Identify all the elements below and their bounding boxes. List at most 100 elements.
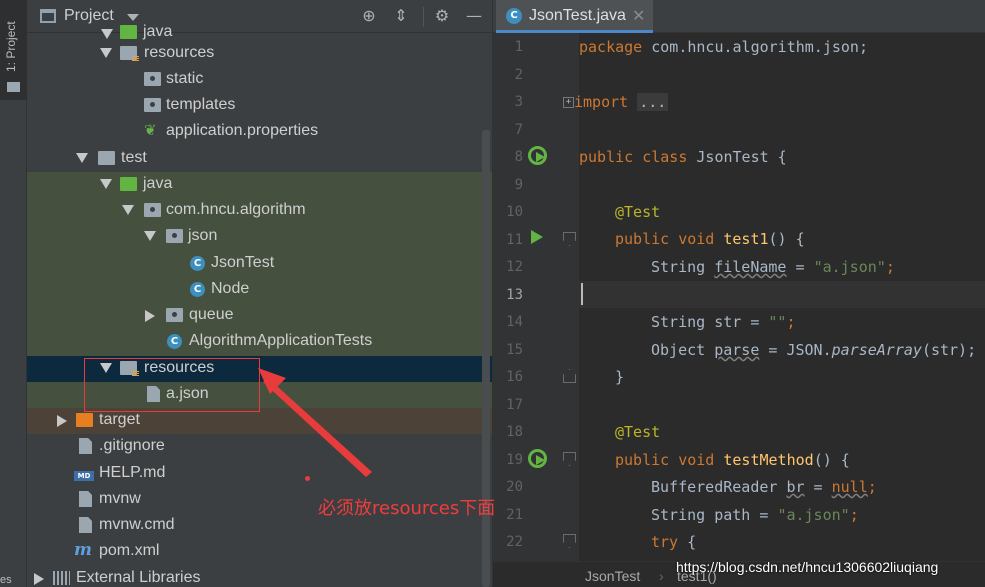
tree-item-label: Node: [211, 280, 250, 297]
keyword: import: [574, 93, 629, 111]
package-folder-icon: [144, 98, 161, 112]
tree-item-test[interactable]: test: [27, 146, 492, 172]
tree-item-label: json: [188, 227, 218, 244]
code-line-3: + import ...: [563, 93, 669, 111]
tree-item-main-resources[interactable]: resources: [27, 41, 492, 67]
method-name: testMethod: [723, 451, 814, 469]
tree-item-label: java: [143, 175, 173, 192]
code-text: () {: [813, 451, 850, 469]
package-icon: [166, 308, 183, 322]
project-tool-tab-label: 1: Project: [4, 21, 18, 72]
tree-item-jsontest[interactable]: C JsonTest: [27, 251, 492, 277]
keyword: public class: [579, 148, 688, 166]
line-number: 10: [506, 204, 523, 220]
chevron-down-icon[interactable]: [144, 231, 156, 241]
tree-item-label: templates: [166, 96, 236, 113]
chevron-down-icon[interactable]: [76, 153, 88, 163]
method-name: test1: [723, 230, 769, 248]
code-text: com.hncu.algorithm.json;: [642, 38, 868, 56]
run-test-icon[interactable]: [528, 449, 547, 468]
code-text: = JSON.: [759, 341, 832, 359]
breadcrumb-class[interactable]: JsonTest: [585, 568, 640, 584]
line-number: 17: [506, 397, 523, 413]
tree-item-test-java[interactable]: java: [27, 172, 492, 198]
chevron-right-icon[interactable]: [57, 415, 67, 427]
code-line-1: package com.hncu.algorithm.json;: [579, 38, 868, 56]
string-literal: "a.json": [813, 258, 886, 276]
code-text: }: [615, 368, 625, 386]
code-line-21: String path = "a.json";: [651, 506, 859, 524]
code-text: ;: [786, 313, 796, 331]
fold-marker-icon[interactable]: [563, 369, 576, 383]
run-test-icon[interactable]: [531, 230, 543, 244]
tree-item-static[interactable]: static: [27, 67, 492, 93]
fold-marker-icon[interactable]: [563, 232, 576, 246]
code-text: =: [786, 258, 814, 276]
annotation: @Test: [615, 203, 661, 221]
code-text: ;: [849, 506, 859, 524]
folder-test-source-icon: [120, 177, 137, 191]
close-icon[interactable]: ✕: [632, 6, 645, 25]
editor-tab-jsontest[interactable]: C JsonTest.java ✕: [496, 0, 653, 33]
code-line-16: }: [615, 368, 624, 386]
code-text: Object: [651, 341, 715, 359]
fold-marker-icon[interactable]: [563, 534, 576, 548]
tree-item-label: .gitignore: [99, 437, 165, 454]
tree-item-templates[interactable]: templates: [27, 93, 492, 119]
code-text: ;: [867, 478, 877, 496]
method-call: parseArray: [831, 341, 922, 359]
tree-item-external-libraries[interactable]: External Libraries: [27, 566, 492, 587]
keyword: null: [831, 478, 868, 496]
java-class-icon: C: [506, 8, 522, 24]
chevron-down-icon[interactable]: [100, 179, 112, 189]
annotation-dot: [305, 476, 310, 481]
expand-fold-icon[interactable]: +: [563, 97, 574, 108]
line-number: 14: [506, 314, 523, 330]
code-text: String str =: [651, 313, 769, 331]
maven-icon: m: [74, 540, 92, 560]
tree-item-com-hncu-algorithm[interactable]: com.hncu.algorithm: [27, 198, 492, 224]
text-file-icon: [79, 438, 92, 454]
tree-item-pom-xml[interactable]: m pom.xml: [27, 539, 492, 565]
tree-item-label: test: [121, 149, 147, 166]
tree-item-label: JsonTest: [211, 254, 275, 271]
chevron-down-icon[interactable]: [100, 48, 112, 58]
tree-item-algorithmapplicationtests[interactable]: C AlgorithmApplicationTests: [27, 329, 492, 355]
code-text: {: [678, 533, 697, 551]
text-file-icon: [79, 517, 92, 533]
tree-item-application-properties[interactable]: ❦ application.properties: [27, 119, 492, 145]
code-line-18: @Test: [615, 423, 660, 441]
line-number: 16: [506, 369, 523, 385]
folder-icon: [98, 151, 115, 165]
project-tool-tab[interactable]: 1: Project: [0, 0, 27, 100]
markdown-file-icon: MD: [74, 471, 94, 481]
tree-item-label: mvnw: [99, 490, 141, 507]
variable: parse: [714, 341, 760, 359]
line-number: 19: [506, 452, 523, 468]
tree-item-node[interactable]: C Node: [27, 277, 492, 303]
folder-icon: [7, 82, 20, 92]
tree-item-queue[interactable]: queue: [27, 303, 492, 329]
code-line-14: String str = "";: [651, 313, 796, 331]
chevron-right-icon[interactable]: [145, 310, 155, 322]
tree-item-label: target: [99, 411, 140, 428]
spring-properties-icon: ❦: [144, 121, 157, 139]
chevron-down-icon[interactable]: [101, 29, 113, 39]
strip-bottom-label: es: [0, 574, 12, 586]
line-number-current: 13: [506, 287, 523, 303]
code-editor[interactable]: package com.hncu.algorithm.json; + import…: [563, 33, 985, 561]
tree-item-gitignore[interactable]: .gitignore: [27, 434, 492, 460]
collapsed-imports[interactable]: ...: [637, 93, 669, 111]
code-line-20: BufferedReader br = null;: [651, 478, 877, 496]
tree-item-label: application.properties: [166, 122, 319, 139]
line-number: 2: [514, 67, 523, 83]
folder-excluded-icon: [76, 413, 93, 427]
fold-marker-icon[interactable]: [563, 452, 576, 466]
annotation: @Test: [615, 423, 661, 441]
tree-item-help-md[interactable]: MD HELP.md: [27, 461, 492, 487]
java-class-icon: C: [190, 282, 205, 297]
chevron-right-icon[interactable]: [34, 573, 44, 585]
chevron-down-icon[interactable]: [122, 205, 134, 215]
run-class-icon[interactable]: [528, 146, 547, 165]
tree-item-json[interactable]: json: [27, 224, 492, 250]
